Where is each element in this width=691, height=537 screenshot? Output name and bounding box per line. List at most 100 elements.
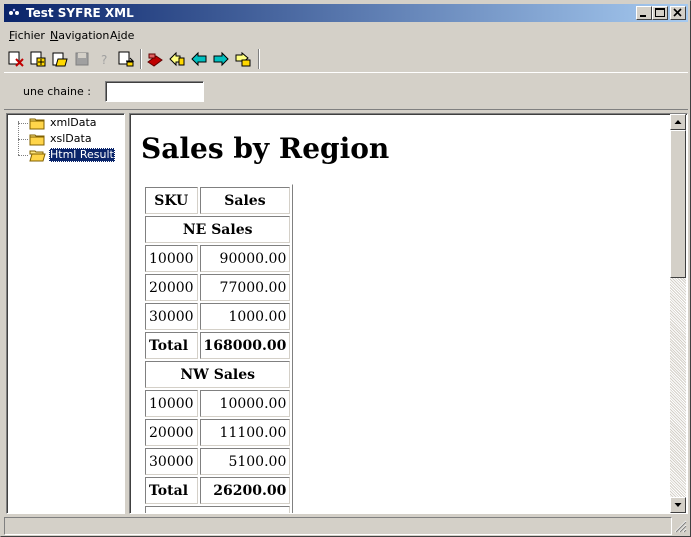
group-row: NE Sales xyxy=(145,216,291,243)
home-button[interactable] xyxy=(168,50,186,68)
param-label: une chaine : xyxy=(23,85,91,98)
tree-item-label: Html Result xyxy=(49,148,115,162)
total-row: Total 26200.00 xyxy=(145,477,291,504)
maximize-icon xyxy=(655,8,665,17)
group-label: NW Sales xyxy=(145,361,291,388)
forward-button[interactable] xyxy=(212,50,230,68)
export-button[interactable] xyxy=(117,50,135,68)
group-row: NW Sales xyxy=(145,361,291,388)
tree-view[interactable]: xmlData xslData Html Result xyxy=(6,113,125,514)
total-value: 168000.00 xyxy=(199,332,291,359)
parameter-panel: une chaine : xyxy=(4,72,688,110)
html-result-view[interactable]: Sales by Region SKU Sales NE Sales 10000… xyxy=(129,113,688,514)
go-button[interactable] xyxy=(234,50,252,68)
svg-text:?: ? xyxy=(101,53,107,67)
transform-button[interactable] xyxy=(146,50,164,68)
table-row: 20000 11100.00 xyxy=(145,419,291,446)
column-header: SKU xyxy=(145,187,198,214)
arrow-up-icon xyxy=(674,120,682,124)
scroll-up-button[interactable] xyxy=(670,114,686,130)
status-bar xyxy=(4,516,688,535)
tree-item-label: xslData xyxy=(50,132,92,145)
transform-icon xyxy=(147,53,163,67)
close-doc-icon xyxy=(8,51,24,67)
menu-aide[interactable]: Aide xyxy=(110,29,134,43)
table-row: 10000 90000.00 xyxy=(145,245,291,272)
sales-cell: 77000.00 xyxy=(199,274,291,301)
sales-cell: 1000.00 xyxy=(199,303,291,330)
sales-cell: 11100.00 xyxy=(199,419,291,446)
page-title: Sales by Region xyxy=(141,132,390,165)
new-doc-icon xyxy=(30,51,46,67)
open-doc-icon xyxy=(52,52,68,67)
arrow-down-icon xyxy=(674,503,682,507)
open-folder-icon xyxy=(29,150,46,162)
tree-connector xyxy=(18,155,28,156)
group-label: NE Sales xyxy=(145,216,291,243)
total-label: Total xyxy=(145,332,198,359)
folder-icon xyxy=(29,134,45,146)
resize-grip-icon[interactable] xyxy=(674,520,687,533)
close-doc-button[interactable] xyxy=(7,50,25,68)
total-row: Total 168000.00 xyxy=(145,332,291,359)
window-title: Test SYFRE XML xyxy=(26,6,134,20)
string-param-input[interactable] xyxy=(105,81,204,102)
column-header: Sales xyxy=(199,187,291,214)
tree-item-label: xmlData xyxy=(50,116,97,129)
sales-cell: 90000.00 xyxy=(199,245,291,272)
app-icon xyxy=(9,8,19,15)
menu-navigation[interactable]: Navigation xyxy=(50,29,109,43)
sku-cell: 20000 xyxy=(145,274,198,301)
close-button[interactable] xyxy=(670,6,686,20)
scroll-down-button[interactable] xyxy=(670,497,686,513)
back-arrow-icon xyxy=(191,51,207,67)
tree-connector xyxy=(18,123,28,124)
total-value: 26200.00 xyxy=(199,477,291,504)
tree-connector xyxy=(18,139,28,140)
minimize-button[interactable] xyxy=(636,6,652,20)
tree-item-xsldata[interactable]: xslData xyxy=(7,131,124,147)
maximize-button[interactable] xyxy=(652,6,668,20)
sku-cell: 10000 xyxy=(145,245,198,272)
table-row: 30000 5100.00 xyxy=(145,448,291,475)
vertical-scrollbar[interactable] xyxy=(670,114,686,513)
toolbar-separator xyxy=(258,49,260,69)
new-doc-button[interactable] xyxy=(29,50,47,68)
table-row xyxy=(145,506,291,513)
back-button[interactable] xyxy=(190,50,208,68)
title-bar[interactable]: Test SYFRE XML xyxy=(4,4,688,22)
main-window: Test SYFRE XML Fichier Navigation Aide ?… xyxy=(0,0,691,537)
sales-cell: 5100.00 xyxy=(199,448,291,475)
open-doc-button[interactable] xyxy=(51,50,69,68)
close-icon xyxy=(673,8,682,17)
table-row: 30000 1000.00 xyxy=(145,303,291,330)
save-button[interactable] xyxy=(73,50,91,68)
go-icon xyxy=(235,51,251,67)
menu-bar: Fichier Navigation Aide xyxy=(4,26,688,45)
toolbar-separator xyxy=(140,49,142,69)
sales-cell: 10000.00 xyxy=(199,390,291,417)
sales-table: SKU Sales NE Sales 10000 90000.00 20000 … xyxy=(142,184,294,513)
forward-arrow-icon xyxy=(213,51,229,67)
toolbar: ? xyxy=(4,46,688,72)
scroll-thumb[interactable] xyxy=(670,130,686,278)
sku-cell: 30000 xyxy=(145,303,198,330)
export-icon xyxy=(118,51,135,67)
tree-item-html-result[interactable]: Html Result xyxy=(7,147,124,163)
html-result-content: Sales by Region SKU Sales NE Sales 10000… xyxy=(130,114,670,513)
help-button[interactable]: ? xyxy=(95,50,113,68)
sku-cell: 20000 xyxy=(145,419,198,446)
folder-icon xyxy=(29,118,45,130)
table-row: 10000 10000.00 xyxy=(145,390,291,417)
total-label: Total xyxy=(145,477,198,504)
save-icon xyxy=(75,52,89,66)
minimize-icon xyxy=(640,15,646,17)
table-header-row: SKU Sales xyxy=(145,187,291,214)
sku-cell: 10000 xyxy=(145,390,198,417)
home-icon xyxy=(169,51,185,67)
tree-item-xmldata[interactable]: xmlData xyxy=(7,115,124,131)
status-pane xyxy=(4,517,672,535)
menu-fichier[interactable]: Fichier xyxy=(9,29,45,43)
sku-cell: 30000 xyxy=(145,448,198,475)
table-row: 20000 77000.00 xyxy=(145,274,291,301)
